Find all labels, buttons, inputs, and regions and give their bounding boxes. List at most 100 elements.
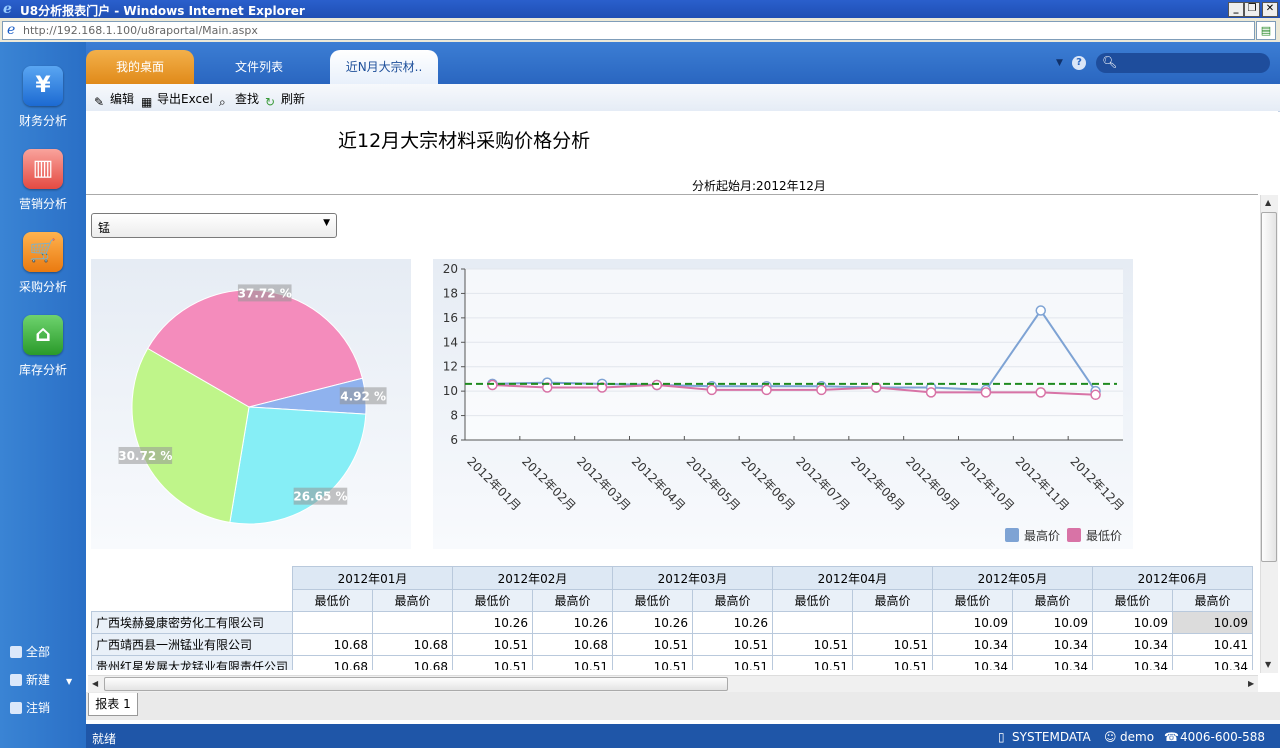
report-title: 近12月大宗材料采购价格分析: [338, 130, 591, 152]
left-sidebar: ¥ 财务分析 ▥ 营销分析 🛒 采购分析 ⌂ 库存分析 全部 新建 ▼ 注销: [0, 42, 86, 748]
x-tick-label: 2012年06月: [738, 454, 797, 513]
price-cell[interactable]: 10.09: [1092, 611, 1174, 634]
price-cell[interactable]: 10.68: [292, 655, 374, 670]
url-text: http://192.168.1.100/u8raportal/Main.asp…: [23, 24, 258, 37]
price-cell[interactable]: 10.68: [532, 633, 614, 656]
price-cell[interactable]: 10.26: [532, 611, 614, 634]
month-header: 2012年02月: [452, 566, 614, 590]
price-cell[interactable]: 10.26: [612, 611, 694, 634]
price-subheader: 最低价: [292, 589, 374, 612]
scroll-left-icon[interactable]: ◀: [92, 679, 98, 688]
pie-label: 37.72 %: [238, 286, 292, 300]
sidebar-new[interactable]: 新建 ▼: [10, 671, 72, 688]
page-icon[interactable]: ▤: [1256, 21, 1276, 40]
sidebar-item-inventory[interactable]: ⌂ 库存分析: [0, 315, 86, 378]
price-cell[interactable]: 10.26: [692, 611, 774, 634]
line-chart-panel: 6 8 10 12 14 16 18 20 2012年01月 2012年02月 2012年03月 20…: [433, 259, 1133, 549]
help-icon[interactable]: ?: [1072, 56, 1086, 70]
scroll-up-icon[interactable]: ▲: [1265, 198, 1271, 207]
price-cell[interactable]: 10.51: [692, 633, 774, 656]
tab-file-list[interactable]: 文件列表: [206, 50, 312, 84]
price-cell[interactable]: 10.26: [452, 611, 534, 634]
price-cell[interactable]: 10.09: [932, 611, 1014, 634]
url-field[interactable]: e http://192.168.1.100/u8raportal/Main.a…: [2, 21, 1255, 40]
price-cell[interactable]: 10.34: [1012, 633, 1094, 656]
price-table: 2012年01月 2012年02月 2012年03月 2012年04月 2012年05月…: [91, 566, 1254, 670]
month-header: 2012年06月: [1092, 566, 1254, 590]
price-cell[interactable]: 10.34: [1092, 655, 1174, 670]
status-db: SYSTEMDATA: [1012, 730, 1091, 744]
supplier-name: 贵州红星发展大龙锰业有限责任公司: [91, 655, 294, 670]
scroll-right-icon[interactable]: ▶: [1248, 679, 1254, 688]
price-cell[interactable]: 10.09: [1012, 611, 1094, 634]
tab-my-desktop[interactable]: 我的桌面: [86, 50, 194, 84]
price-cell[interactable]: 10.51: [772, 655, 854, 670]
price-cell[interactable]: 10.51: [852, 633, 934, 656]
vertical-scroll-thumb[interactable]: [1261, 212, 1277, 562]
price-subheader: 最高价: [692, 589, 774, 612]
price-cell[interactable]: 10.68: [292, 633, 374, 656]
address-bar: e http://192.168.1.100/u8raportal/Main.a…: [0, 18, 1280, 43]
sidebar-item-label: 库存分析: [18, 363, 67, 377]
price-cell[interactable]: 10.51: [532, 655, 614, 670]
horizontal-scroll-thumb[interactable]: [104, 677, 728, 691]
price-cell[interactable]: 10.51: [612, 633, 694, 656]
y-tick-label: 18: [443, 286, 458, 300]
price-cell[interactable]: 10.51: [772, 633, 854, 656]
y-tick-label: 16: [443, 311, 458, 325]
table-row[interactable]: 广西埃赫曼康密劳化工有限公司 10.26 10.26 10.26 10.26 10.09 1…: [91, 611, 1254, 634]
chevron-down-icon[interactable]: ▼: [1056, 58, 1063, 68]
tree-icon: [10, 646, 22, 658]
price-cell[interactable]: 10.68: [372, 655, 454, 670]
sidebar-all[interactable]: 全部: [10, 643, 50, 660]
price-cell[interactable]: 10.09: [1172, 611, 1254, 634]
price-cell[interactable]: 10.34: [1012, 655, 1094, 670]
price-cell[interactable]: 10.34: [1092, 633, 1174, 656]
edit-button[interactable]: ✎ 编辑: [94, 90, 134, 109]
material-select[interactable]: 锰 ▼: [91, 213, 337, 238]
price-cell[interactable]: 10.34: [932, 655, 1014, 670]
sidebar-logout[interactable]: 注销: [10, 699, 50, 716]
chevron-down-icon: ▼: [66, 677, 73, 686]
find-button[interactable]: ⌕ 查找: [219, 90, 259, 109]
price-cell[interactable]: 10.51: [692, 655, 774, 670]
price-subheader: 最高价: [1172, 589, 1254, 612]
sidebar-item-finance[interactable]: ¥ 财务分析: [0, 66, 86, 129]
refresh-label: 刷新: [281, 92, 306, 106]
divider: [86, 194, 1258, 195]
price-cell[interactable]: 10.51: [452, 655, 534, 670]
price-cell[interactable]: 10.51: [452, 633, 534, 656]
refresh-icon: ↻: [265, 95, 276, 109]
price-cell[interactable]: [852, 611, 934, 634]
month-header: 2012年01月: [292, 566, 454, 590]
scroll-down-icon[interactable]: ▼: [1265, 660, 1271, 669]
data-point: [925, 387, 937, 398]
tab-report-active[interactable]: 近N月大宗材..: [330, 50, 438, 84]
sidebar-item-purchase[interactable]: 🛒 采购分析: [0, 232, 86, 295]
export-excel-button[interactable]: ▦ 导出Excel: [141, 90, 213, 109]
sidebar-item-marketing[interactable]: ▥ 营销分析: [0, 149, 86, 212]
sheet-tab[interactable]: 报表 1: [88, 693, 138, 716]
y-tick-label: 6: [450, 433, 458, 447]
search-input[interactable]: 🔍︎: [1096, 53, 1270, 73]
minimize-button[interactable]: _: [1228, 2, 1244, 17]
table-row[interactable]: 广西靖西县一洲锰业有限公司 10.68 10.68 10.51 10.68 10.51 10…: [91, 633, 1254, 656]
sidebar-all-label: 全部: [26, 645, 51, 659]
pie-chart-panel: 37.72 % 4.92 % 26.65 % 30.72 %: [91, 259, 411, 549]
price-cell[interactable]: [292, 611, 374, 634]
yen-icon: ¥: [23, 66, 63, 106]
price-cell[interactable]: [372, 611, 454, 634]
refresh-button[interactable]: ↻ 刷新: [265, 90, 305, 109]
status-user: demo: [1120, 730, 1155, 744]
price-subheader: 最低价: [452, 589, 534, 612]
close-button[interactable]: ✕: [1262, 2, 1278, 17]
price-cell[interactable]: 10.68: [372, 633, 454, 656]
price-cell[interactable]: 10.51: [852, 655, 934, 670]
restore-button[interactable]: ❐: [1244, 2, 1260, 17]
price-cell[interactable]: 10.34: [1172, 655, 1254, 670]
price-cell[interactable]: [772, 611, 854, 634]
price-cell[interactable]: 10.34: [932, 633, 1014, 656]
table-row[interactable]: 贵州红星发展大龙锰业有限责任公司 10.68 10.68 10.51 10.51 10.5…: [91, 655, 1254, 670]
price-cell[interactable]: 10.41: [1172, 633, 1254, 656]
price-cell[interactable]: 10.51: [612, 655, 694, 670]
